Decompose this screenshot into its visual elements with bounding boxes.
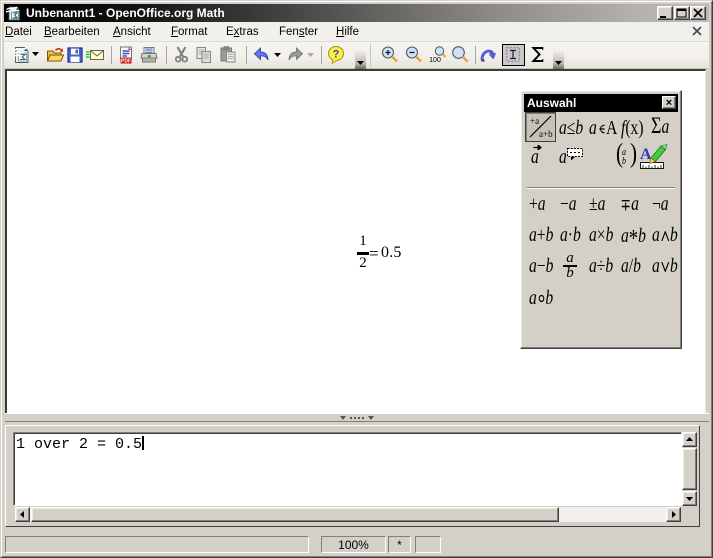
svg-text:PDF: PDF	[121, 59, 131, 64]
svg-text:100: 100	[429, 57, 441, 64]
svg-text:?: ?	[333, 49, 340, 61]
svg-text:+a: +a	[530, 116, 539, 126]
svg-text:a+b: a+b	[539, 129, 553, 139]
